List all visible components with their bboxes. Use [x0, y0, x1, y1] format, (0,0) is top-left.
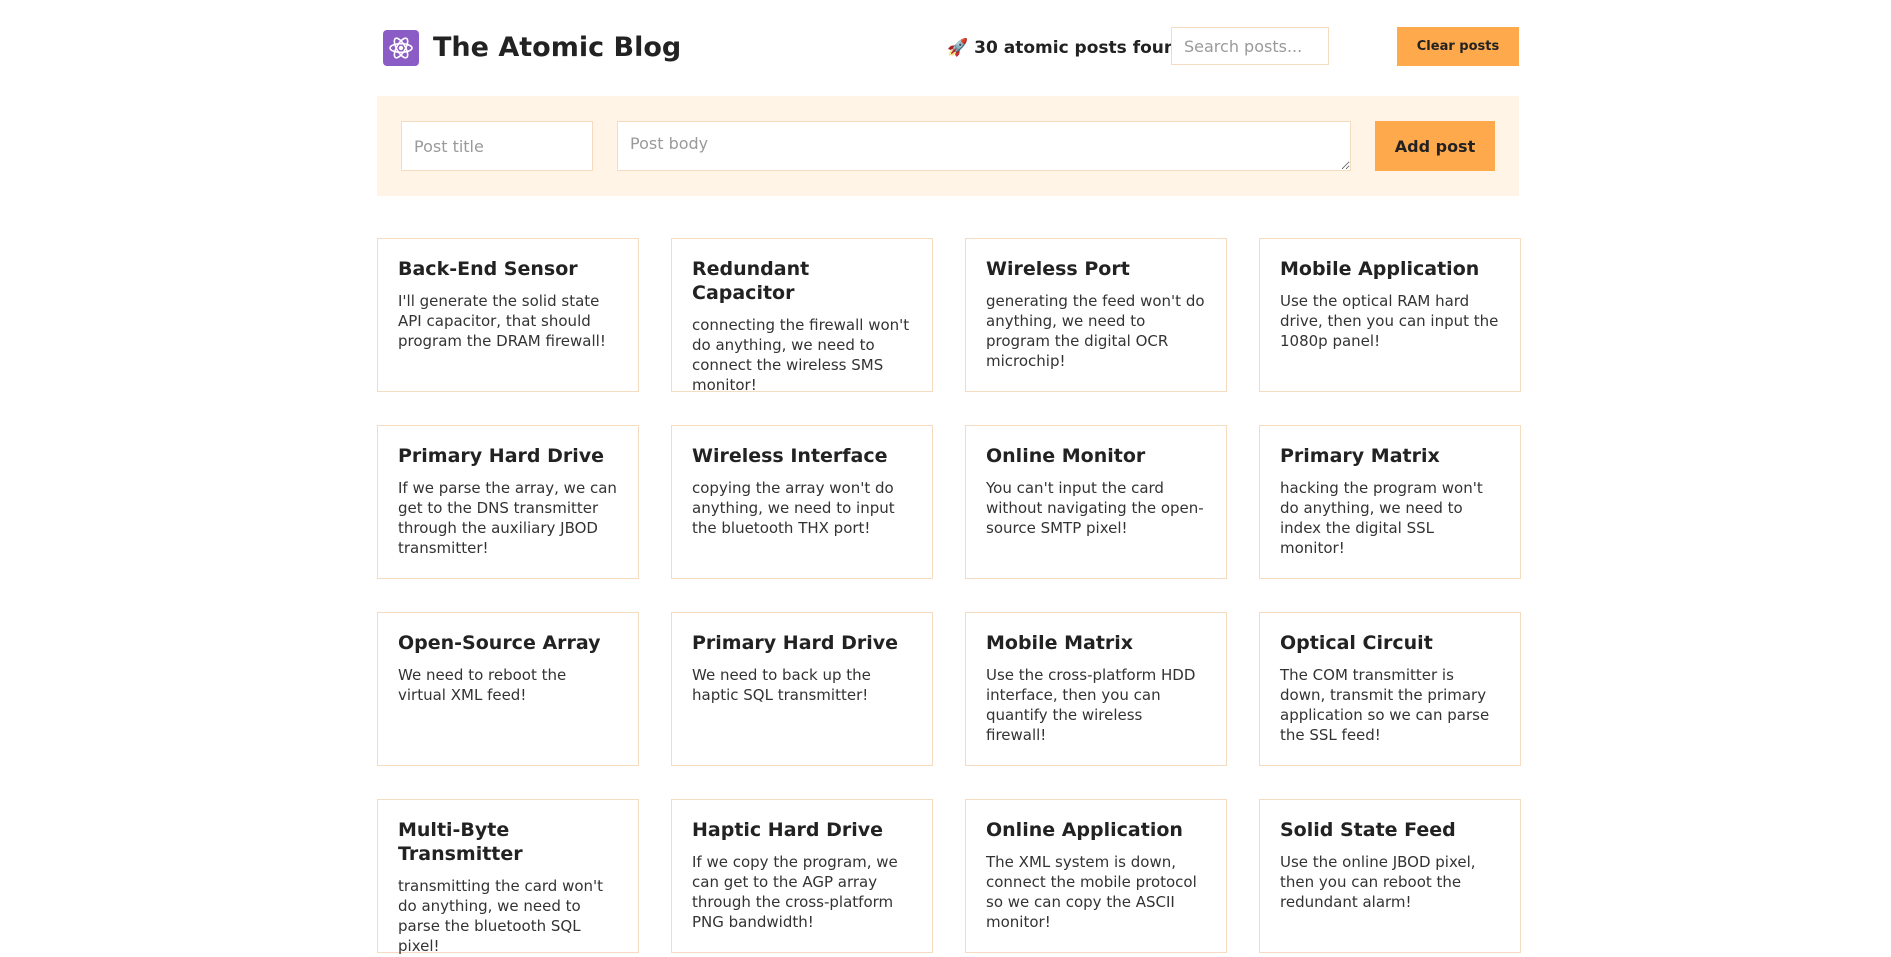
- post-title: Mobile Matrix: [986, 632, 1134, 654]
- post-card: Mobile Matrix Use the cross-platform HDD…: [965, 612, 1227, 766]
- post-body: transmitting the card won't do anything,…: [398, 877, 604, 955]
- post-body: The COM transmitter is down, transmit th…: [1280, 666, 1490, 744]
- post-body: Use the optical RAM hard drive, then you…: [1280, 292, 1499, 350]
- post-card: Mobile Application Use the optical RAM h…: [1259, 238, 1521, 392]
- new-post-form: Add post: [377, 96, 1519, 196]
- post-card: Primary Hard Drive If we parse the array…: [377, 425, 639, 579]
- post-title: Solid State Feed: [1280, 819, 1456, 841]
- post-card: Wireless Interface copying the array won…: [671, 425, 933, 579]
- post-card: Online Application The XML system is dow…: [965, 799, 1227, 953]
- rocket-icon: 🚀: [947, 38, 969, 58]
- app-header: The Atomic Blog 🚀30 atomic posts found C…: [377, 0, 1519, 96]
- post-card: Open-Source Array We need to reboot the …: [377, 612, 639, 766]
- post-count-text: 30 atomic posts found: [974, 38, 1189, 58]
- post-body: We need to back up the haptic SQL transm…: [692, 666, 871, 704]
- post-title-input[interactable]: [401, 121, 593, 171]
- post-body: connecting the firewall won't do anythin…: [692, 316, 910, 394]
- post-card: Primary Hard Drive We need to back up th…: [671, 612, 933, 766]
- post-title: Mobile Application: [1280, 258, 1480, 280]
- post-title: Wireless Port: [986, 258, 1130, 280]
- post-title: Primary Hard Drive: [692, 632, 899, 654]
- post-card: Optical Circuit The COM transmitter is d…: [1259, 612, 1521, 766]
- post-title: Optical Circuit: [1280, 632, 1433, 654]
- post-card: Primary Matrix hacking the program won't…: [1259, 425, 1521, 579]
- atom-icon: [383, 30, 419, 66]
- post-card: Wireless Port generating the feed won't …: [965, 238, 1227, 392]
- post-title: Online Monitor: [986, 445, 1146, 467]
- app-title: The Atomic Blog: [433, 32, 682, 63]
- clear-posts-button[interactable]: Clear posts: [1397, 27, 1519, 66]
- post-card: Haptic Hard Drive If we copy the program…: [671, 799, 933, 953]
- post-card: Solid State Feed Use the online JBOD pix…: [1259, 799, 1521, 953]
- post-body: generating the feed won't do anything, w…: [986, 292, 1205, 370]
- post-title: Haptic Hard Drive: [692, 819, 884, 841]
- post-card: Online Monitor You can't input the card …: [965, 425, 1227, 579]
- post-body: Use the online JBOD pixel, then you can …: [1280, 853, 1476, 911]
- post-title: Primary Matrix: [1280, 445, 1440, 467]
- post-count: 🚀 30 atomic posts found: [947, 36, 1188, 60]
- post-body: copying the array won't do anything, we …: [692, 479, 895, 537]
- atom-icon-graphic: [389, 37, 413, 59]
- search-input[interactable]: [1171, 27, 1329, 65]
- post-card: Back-End Sensor I'll generate the solid …: [377, 238, 639, 392]
- post-body: I'll generate the solid state API capaci…: [398, 292, 606, 350]
- post-title: Multi-Byte Transmitter: [398, 819, 523, 865]
- post-title: Redundant Capacitor: [692, 258, 810, 304]
- post-body: The XML system is down, connect the mobi…: [986, 853, 1197, 931]
- post-body-input[interactable]: [617, 121, 1351, 171]
- post-title: Wireless Interface: [692, 445, 888, 467]
- post-body: Use the cross-platform HDD interface, th…: [986, 666, 1196, 744]
- add-post-button[interactable]: Add post: [1375, 121, 1495, 171]
- post-body: hacking the program won't do anything, w…: [1280, 479, 1483, 557]
- post-title: Primary Hard Drive: [398, 445, 605, 467]
- post-card: Redundant Capacitor connecting the firew…: [671, 238, 933, 394]
- main-container: The Atomic Blog 🚀30 atomic posts found C…: [377, 0, 1521, 955]
- post-body: We need to reboot the virtual XML feed!: [398, 666, 567, 704]
- page: The Atomic Blog 🚀30 atomic posts found C…: [0, 0, 1891, 957]
- post-body: You can't input the card without navigat…: [986, 479, 1204, 537]
- post-title: Online Application: [986, 819, 1183, 841]
- post-body: If we copy the program, we can get to th…: [692, 853, 898, 931]
- posts-grid: Back-End Sensor I'll generate the solid …: [377, 238, 1521, 955]
- post-body: If we parse the array, we can get to the…: [398, 479, 617, 557]
- post-card: Multi-Byte Transmitter transmitting the …: [377, 799, 639, 955]
- post-title: Open-Source Array: [398, 632, 601, 654]
- post-title: Back-End Sensor: [398, 258, 578, 280]
